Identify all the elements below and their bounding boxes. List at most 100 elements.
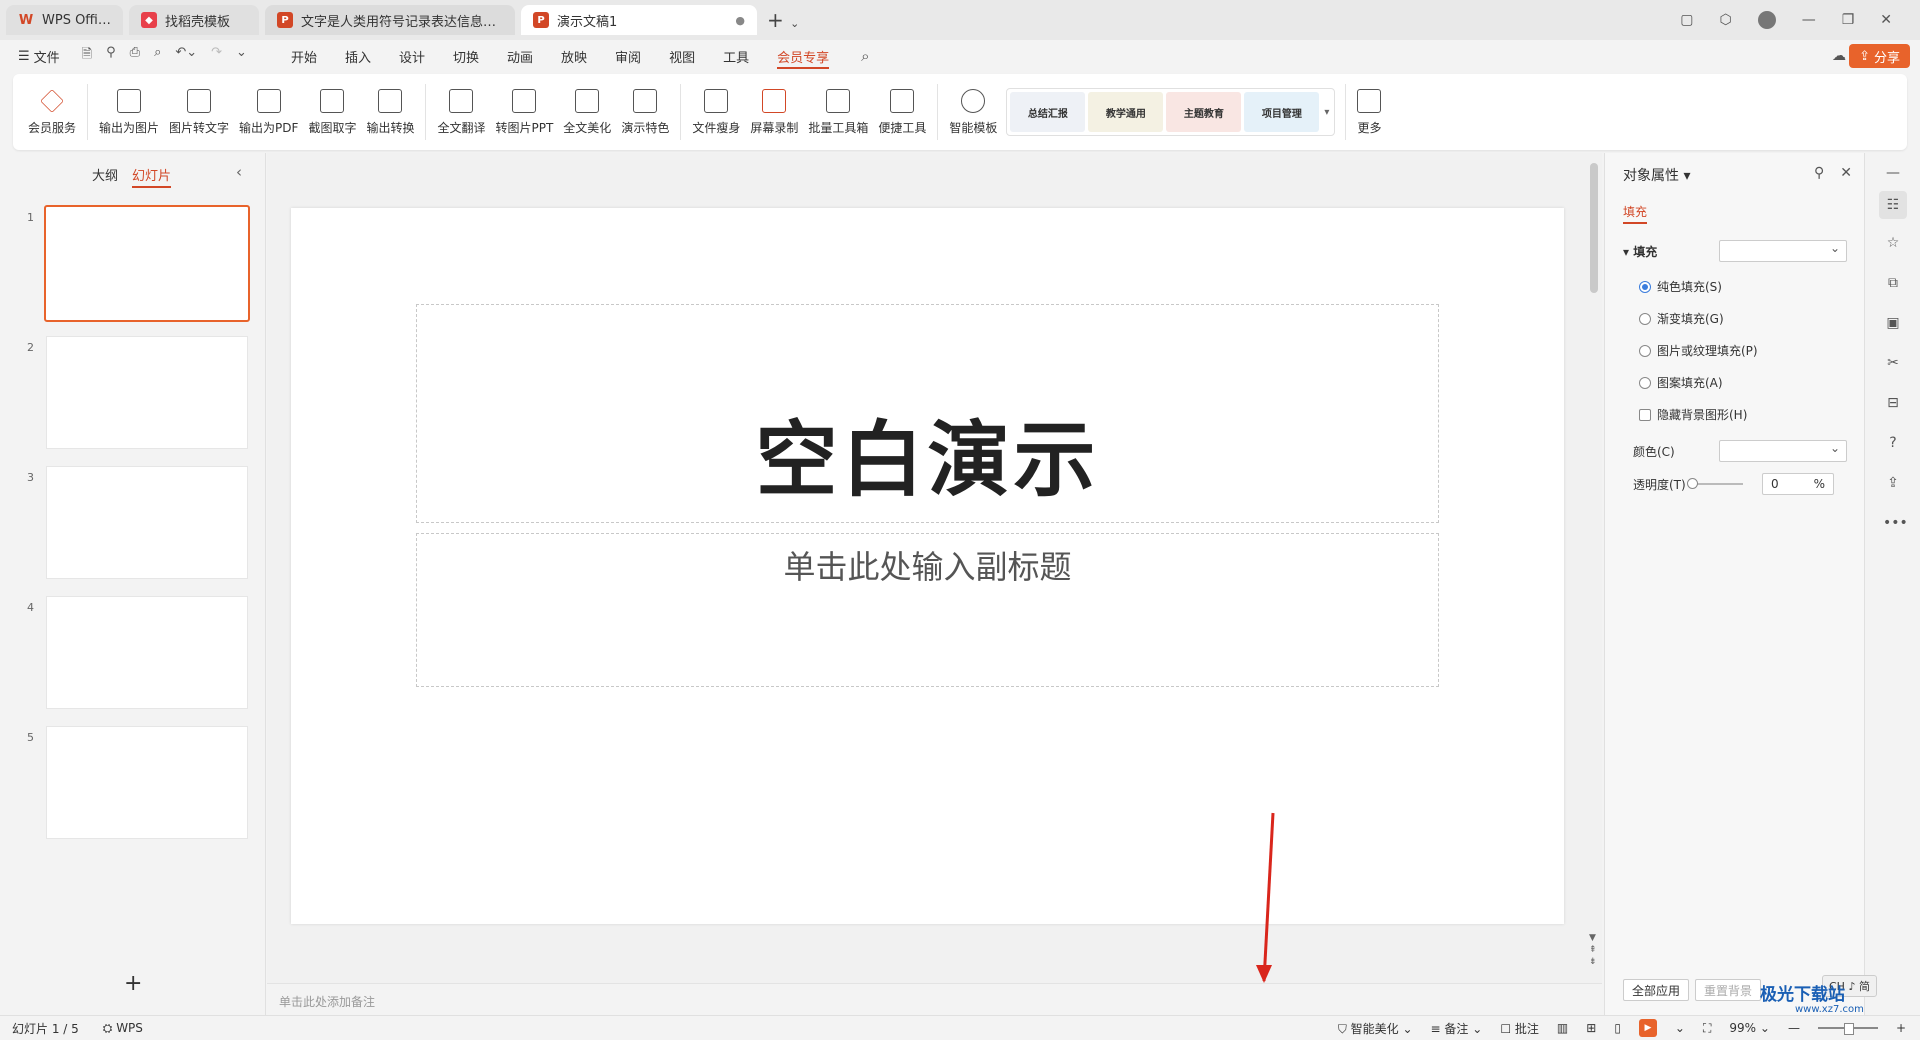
hide-background-option[interactable]: 隐藏背景图形(H) (1639, 406, 1747, 423)
pattern-fill-option[interactable]: 图案填充(A) (1639, 374, 1723, 391)
add-slide-icon[interactable]: + (124, 971, 142, 996)
presentation-features-button[interactable]: 演示特色 (616, 80, 674, 144)
tab-home[interactable]: 开始 (277, 40, 331, 72)
tab-tools[interactable]: 工具 (709, 40, 763, 72)
key-icon[interactable]: ⚲ (106, 45, 116, 67)
zoom-in-icon[interactable]: + (1896, 1021, 1906, 1035)
slide-thumbnail[interactable] (46, 596, 248, 709)
file-menu[interactable]: ☰ 文件 (18, 47, 60, 66)
translate-button[interactable]: 全文翻译 (432, 80, 490, 144)
tab-slideshow[interactable]: 放映 (547, 40, 601, 72)
template-project[interactable]: 项目管理 (1244, 92, 1320, 132)
print-icon[interactable]: ⎙ (130, 45, 140, 67)
tab-review[interactable]: 审阅 (601, 40, 655, 72)
smart-template-button[interactable]: 智能模板 (944, 80, 1002, 144)
cloud-icon[interactable]: ☁ (1832, 48, 1846, 64)
batch-toolbox-button[interactable]: 批量工具箱 (803, 80, 873, 144)
zoom-slider[interactable] (1817, 1023, 1878, 1035)
zoom-out-icon[interactable]: — (1788, 1021, 1800, 1035)
radio[interactable] (1639, 344, 1651, 357)
image-to-text-button[interactable]: 图片转文字 (164, 80, 234, 144)
slide-thumbnail[interactable] (46, 466, 248, 579)
new-tab-icon[interactable]: + ⌄ (767, 8, 799, 32)
tab-fill[interactable]: 填充 (1623, 203, 1648, 224)
tab-outline[interactable]: 大纲 (92, 165, 118, 188)
close-icon[interactable]: ✕ (1880, 12, 1892, 28)
comments-button[interactable]: ☐ 批注 (1500, 1020, 1539, 1037)
zoom-level[interactable]: 99% ⌄ (1729, 1021, 1770, 1035)
share-button[interactable]: ⇪ 分享 (1849, 44, 1910, 68)
collapse-icon[interactable]: ‹ (236, 163, 242, 181)
checkbox[interactable] (1639, 408, 1651, 421)
undo-icon[interactable]: ↶⌄ (175, 45, 197, 67)
member-service-button[interactable]: 会员服务 (23, 80, 81, 144)
tab-view[interactable]: 视图 (655, 40, 709, 72)
radio[interactable] (1639, 280, 1651, 293)
tab-transitions[interactable]: 切换 (439, 40, 493, 72)
chevron-down-icon[interactable]: ▾ (1322, 107, 1331, 118)
wps-account[interactable]: ⛭ WPS (103, 1021, 143, 1036)
more-icon[interactable]: ••• (1883, 515, 1908, 535)
search-icon[interactable]: ⌕ (861, 47, 869, 65)
tab-template-store[interactable]: ◆ 找稻壳模板 (129, 5, 259, 35)
reset-background-button[interactable]: 重置背景 (1695, 979, 1762, 1001)
reading-view-icon[interactable]: ▯ (1614, 1021, 1621, 1035)
image-edit-icon[interactable]: ▣ (1883, 315, 1903, 335)
slide-thumbnail[interactable] (46, 336, 248, 449)
apply-all-button[interactable]: 全部应用 (1623, 979, 1690, 1001)
radio[interactable] (1639, 376, 1651, 389)
book-icon[interactable]: ⊟ (1883, 395, 1903, 415)
help-icon[interactable]: ? (1883, 435, 1903, 455)
properties-icon[interactable]: ☷ (1879, 191, 1907, 219)
shapes-icon[interactable]: ⧉ (1883, 275, 1903, 295)
to-image-ppt-button[interactable]: 转图片PPT (490, 80, 558, 144)
minimize-icon[interactable]: — (1802, 12, 1816, 28)
avatar[interactable] (1757, 11, 1776, 29)
slide-thumbnail[interactable] (44, 205, 250, 322)
play-icon[interactable]: ▶ (1638, 1019, 1657, 1037)
more-button[interactable]: 更多 (1352, 80, 1386, 144)
tab-document[interactable]: P 文字是人类用符号记录表达信息以传之 (265, 5, 515, 35)
gradient-fill-option[interactable]: 渐变填充(G) (1639, 310, 1724, 327)
cube-icon[interactable]: ⬡ (1719, 12, 1731, 28)
tab-wps-office[interactable]: W WPS Office (6, 5, 123, 35)
tab-member[interactable]: 会员专享 (763, 40, 843, 72)
tab-design[interactable]: 设计 (385, 40, 439, 72)
fit-window-icon[interactable]: ⛶ (1703, 1021, 1711, 1036)
fill-type-select[interactable] (1719, 240, 1847, 262)
opacity-slider-handle[interactable] (1687, 478, 1698, 489)
solid-fill-option[interactable]: 纯色填充(S) (1639, 278, 1722, 295)
sorter-view-icon[interactable]: ⊞ (1586, 1021, 1596, 1035)
picture-fill-option[interactable]: 图片或纹理填充(P) (1639, 342, 1758, 359)
slide-thumbnail[interactable] (46, 726, 248, 839)
pin-icon[interactable]: ⚲ (1814, 165, 1824, 181)
redo-icon[interactable]: ↷ (211, 45, 222, 67)
smart-beautify-button[interactable]: ⛉ 智能美化 ⌄ (1338, 1020, 1413, 1037)
opacity-input[interactable]: 0 % (1762, 473, 1834, 495)
file-slim-button[interactable]: 文件瘦身 (687, 80, 745, 144)
color-select[interactable] (1719, 440, 1847, 462)
tab-presentation[interactable]: P 演示文稿1 ● (521, 5, 757, 35)
beautify-all-button[interactable]: 全文美化 (558, 80, 616, 144)
minus-icon[interactable]: — (1883, 165, 1903, 185)
fill-section-header[interactable]: ▾ 填充 (1623, 243, 1657, 260)
panel-title[interactable]: 对象属性 ▾ (1623, 165, 1690, 185)
tab-animations[interactable]: 动画 (493, 40, 547, 72)
notes-toggle-button[interactable]: ≡ 备注 ⌄ (1431, 1020, 1483, 1037)
chevron-down-icon[interactable]: ⌄ (1675, 1021, 1685, 1035)
export-image-button[interactable]: 输出为图片 (94, 80, 164, 144)
template-summary[interactable]: 总结汇报 (1010, 92, 1086, 132)
share-icon[interactable]: ⇪ (1883, 475, 1903, 495)
tab-insert[interactable]: 插入 (331, 40, 385, 72)
print-preview-icon[interactable]: ⌕ (154, 45, 161, 67)
layout-icon[interactable]: ▢ (1680, 12, 1693, 28)
close-icon[interactable]: ✕ (1840, 165, 1852, 181)
quick-tools-button[interactable]: 便捷工具 (873, 80, 931, 144)
template-teaching[interactable]: 教学通用 (1088, 92, 1164, 132)
tools-icon[interactable]: ✂ (1883, 355, 1903, 375)
screenshot-ocr-button[interactable]: 截图取字 (303, 80, 361, 144)
template-theme[interactable]: 主题教育 (1166, 92, 1242, 132)
star-icon[interactable]: ☆ (1883, 235, 1903, 255)
screen-record-button[interactable]: 屏幕录制 (745, 80, 803, 144)
save-icon[interactable]: 🗎 (82, 45, 92, 67)
